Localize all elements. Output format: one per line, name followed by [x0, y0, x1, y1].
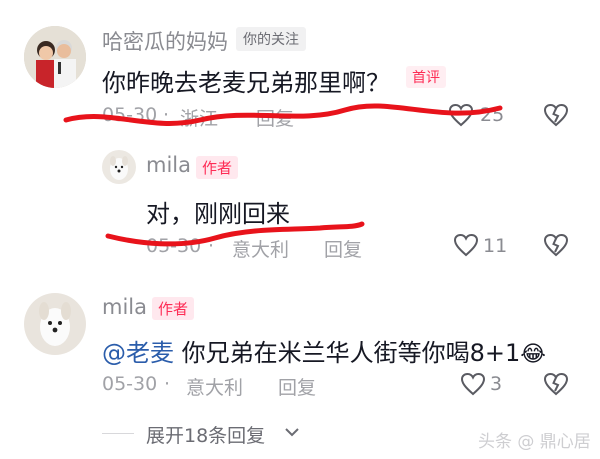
- dog-avatar-icon: [24, 293, 86, 355]
- heart-icon[interactable]: [448, 103, 474, 127]
- first-comment-tag: 首评: [406, 66, 446, 88]
- reply1-date: 05-30: [146, 235, 202, 257]
- comment2-date: 05-30: [102, 373, 158, 395]
- heart-icon[interactable]: [453, 233, 479, 257]
- comment1-date: 05-30: [102, 104, 158, 126]
- reply1-like-count: 11: [483, 235, 508, 257]
- comment1-location: 浙江: [180, 108, 219, 130]
- meta-separator: ·: [164, 373, 171, 395]
- reply1-username[interactable]: mila: [146, 153, 191, 177]
- meta-separator: ·: [208, 235, 215, 257]
- dog-avatar-icon: [102, 150, 136, 184]
- dislike-heart-icon[interactable]: [543, 233, 569, 257]
- reply1-location: 意大利: [232, 239, 290, 261]
- comment2-avatar[interactable]: [24, 293, 86, 355]
- expand-replies-button[interactable]: 展开18条回复: [146, 421, 265, 448]
- watermark-text: 头条 @ 鼎心居: [478, 432, 591, 452]
- heart-icon[interactable]: [460, 372, 486, 396]
- comment2-username[interactable]: mila: [102, 295, 147, 319]
- reply1-text: 对，刚刚回来: [146, 200, 290, 228]
- follow-tag: 你的关注: [236, 27, 306, 51]
- expand-divider-line: [102, 433, 134, 434]
- comment1-text: 你昨晚去老麦兄弟那里啊？: [102, 69, 390, 97]
- dislike-heart-icon[interactable]: [543, 103, 569, 127]
- comment1-avatar[interactable]: [24, 26, 86, 88]
- reply1-avatar[interactable]: [102, 150, 136, 184]
- comment2-location: 意大利: [186, 377, 244, 399]
- reply1-reply-button[interactable]: 回复: [324, 235, 362, 262]
- comment1-reply-button[interactable]: 回复: [256, 104, 294, 131]
- family-photo-avatar-icon: [24, 26, 86, 88]
- comment2-like-count: 3: [490, 373, 503, 395]
- comment1-like-count: 25: [480, 104, 505, 126]
- laughing-crying-emoji-icon: 😂: [520, 342, 547, 367]
- mention-link[interactable]: @老麦: [102, 339, 174, 367]
- comment2-text: 你兄弟在米兰华人街等你喝8+1: [181, 339, 521, 367]
- author-tag: 作者: [152, 297, 195, 320]
- meta-separator: ·: [163, 104, 170, 126]
- author-tag: 作者: [196, 156, 239, 179]
- chevron-down-icon[interactable]: [284, 426, 300, 438]
- comment2-text-line: @老麦 你兄弟在米兰华人街等你喝8+1😂: [102, 333, 546, 368]
- comment1-username[interactable]: 哈密瓜的妈妈: [102, 26, 228, 56]
- comment2-reply-button[interactable]: 回复: [278, 373, 316, 400]
- dislike-heart-icon[interactable]: [543, 372, 569, 396]
